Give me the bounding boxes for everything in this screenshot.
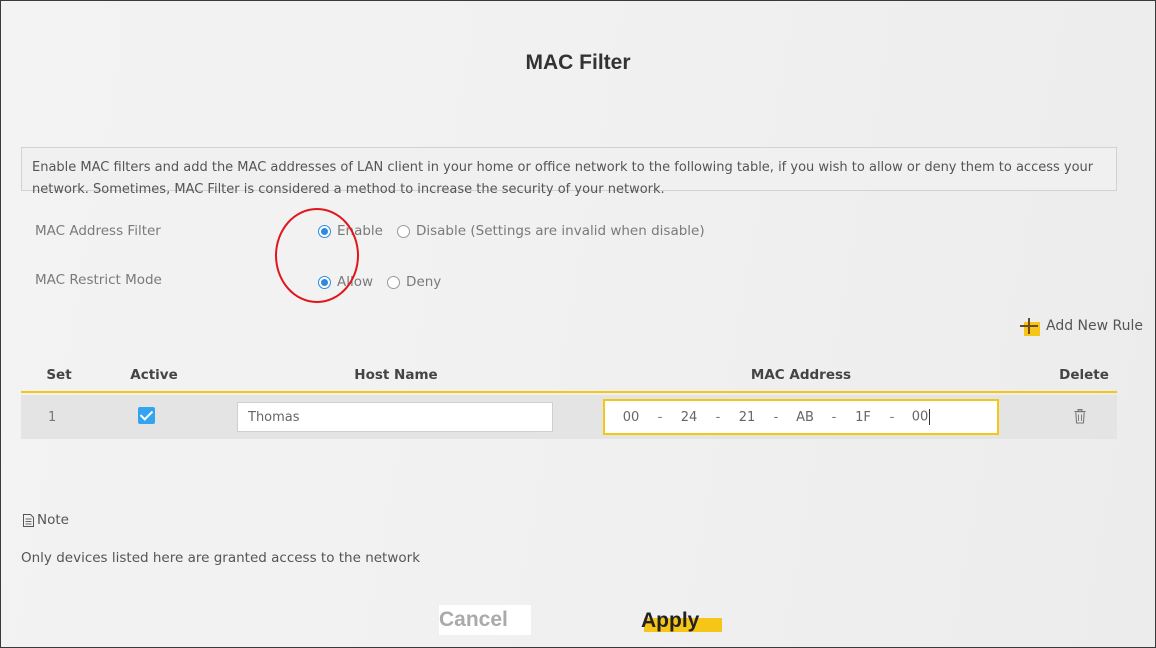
- mac-separator: -: [657, 409, 663, 425]
- mac-octet-6[interactable]: 00: [909, 409, 933, 425]
- note-icon: [23, 514, 34, 527]
- note-text: Only devices listed here are granted acc…: [21, 550, 421, 566]
- add-new-rule-button[interactable]: Add New Rule: [1019, 316, 1143, 336]
- mac-octet-1[interactable]: 00: [619, 410, 643, 425]
- mac-octet-4[interactable]: AB: [793, 410, 817, 425]
- mac-octet-5[interactable]: 1F: [851, 410, 875, 425]
- mac-address-filter-label: MAC Address Filter: [35, 223, 161, 239]
- add-new-rule-label: Add New Rule: [1045, 318, 1143, 334]
- disable-radio-label[interactable]: Disable (Settings are invalid when disab…: [416, 223, 705, 239]
- active-checkbox[interactable]: [138, 407, 155, 424]
- disable-radio[interactable]: [396, 224, 410, 238]
- mac-separator: -: [831, 409, 837, 425]
- mac-address-input[interactable]: 00 - 24 - 21 - AB - 1F - 00: [603, 399, 999, 435]
- note-title: Note: [37, 512, 69, 528]
- description-box: Enable MAC filters and add the MAC addre…: [21, 147, 1117, 197]
- mac-filter-panel: MAC Filter Enable MAC filters and add th…: [0, 0, 1156, 648]
- header-active: Active: [130, 367, 178, 383]
- mac-restrict-mode-label: MAC Restrict Mode: [35, 272, 162, 288]
- mac-separator: -: [889, 409, 895, 425]
- header-set: Set: [46, 367, 72, 383]
- mac-octet-2[interactable]: 24: [677, 410, 701, 425]
- mac-address-filter-options: Enable Disable (Settings are invalid whe…: [318, 223, 705, 239]
- mac-octet-3[interactable]: 21: [735, 410, 759, 425]
- host-name-input[interactable]: [237, 402, 553, 432]
- header-mac-address: MAC Address: [750, 367, 852, 383]
- table-header-divider: [21, 391, 1117, 393]
- text-caret: [929, 409, 931, 425]
- header-host-name: Host Name: [354, 367, 438, 383]
- deny-radio[interactable]: [387, 275, 401, 289]
- mac-octet-6-value: 00: [911, 409, 929, 425]
- mac-separator: -: [715, 409, 721, 425]
- cancel-button[interactable]: Cancel: [439, 605, 531, 635]
- apply-button[interactable]: Apply: [641, 605, 731, 637]
- plus-icon: [1019, 316, 1040, 336]
- trash-icon[interactable]: [1074, 409, 1086, 424]
- annotation-circle-radios: [275, 208, 359, 303]
- page-title: MAC Filter: [525, 51, 631, 74]
- header-delete: Delete: [1059, 367, 1109, 383]
- deny-radio-label[interactable]: Deny: [406, 274, 441, 290]
- mac-separator: -: [773, 409, 779, 425]
- row-set-number: 1: [48, 410, 57, 425]
